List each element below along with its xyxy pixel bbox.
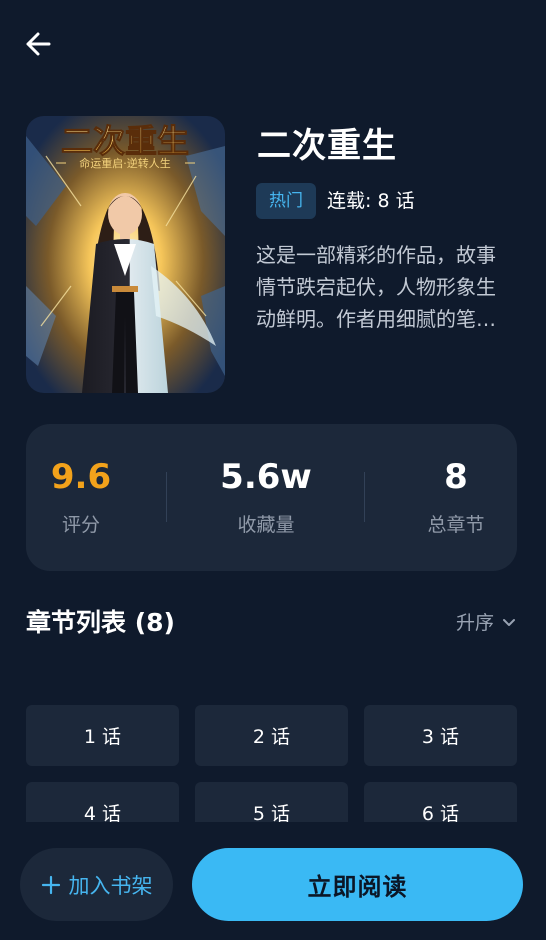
chapter-item[interactable]: 2 话 [195,705,348,766]
chapter-list-title: 章节列表 (8) [26,608,175,637]
stat-value: 9.6 [50,457,112,497]
sort-label: 升序 [455,612,494,634]
stat-favorites: 5.6w 收藏量 [196,424,336,571]
hot-tag: 热门 [256,183,316,219]
stat-chapters: 8 总章节 [396,424,516,571]
plus-icon [41,875,60,894]
book-description[interactable]: 这是一部精彩的作品，故事情节跌宕起伏，人物形象生动鲜明。作者用细腻的笔触描绘了一… [256,239,504,335]
stat-value: 5.6w [220,457,312,497]
book-detail-page: 二次重生 命运重启·逆转人生 二次重生 热门 连载: 8 话 这是一部精彩的作品… [0,0,546,940]
book-cover: 二次重生 命运重启·逆转人生 [26,116,225,393]
chapter-item[interactable]: 4 话 [26,782,179,822]
stat-divider [166,472,167,522]
stats-card: 9.6 评分 5.6w 收藏量 8 总章节 [26,424,517,571]
chapter-item[interactable]: 5 话 [195,782,348,822]
stat-label: 评分 [61,514,100,536]
cover-subtitle-art: 命运重启·逆转人生 [79,156,171,170]
chapter-grid: 1 话 2 话 3 话 4 话 5 话 6 话 [26,705,517,822]
stat-value: 8 [444,457,468,497]
stat-label: 收藏量 [237,514,295,536]
book-title: 二次重生 [257,126,397,166]
stat-divider [364,472,365,522]
stat-rating: 9.6 评分 [26,424,136,571]
back-button[interactable] [20,26,56,62]
read-now-button[interactable]: 立即阅读 [192,848,523,921]
serial-status: 连载: 8 话 [327,190,415,212]
chapter-item[interactable]: 1 话 [26,705,179,766]
chapter-item[interactable]: 3 话 [364,705,517,766]
chevron-down-icon [503,619,515,626]
read-now-label: 立即阅读 [307,873,408,901]
sort-toggle[interactable]: 升序 [456,608,516,638]
stat-label: 总章节 [427,514,485,536]
add-to-shelf-label: 加入书架 [68,873,153,898]
cover-title-art: 二次重生 [61,122,189,160]
chapter-item[interactable]: 6 话 [364,782,517,822]
add-to-shelf-button[interactable]: 加入书架 [20,848,173,921]
arrow-left-icon [26,32,51,56]
